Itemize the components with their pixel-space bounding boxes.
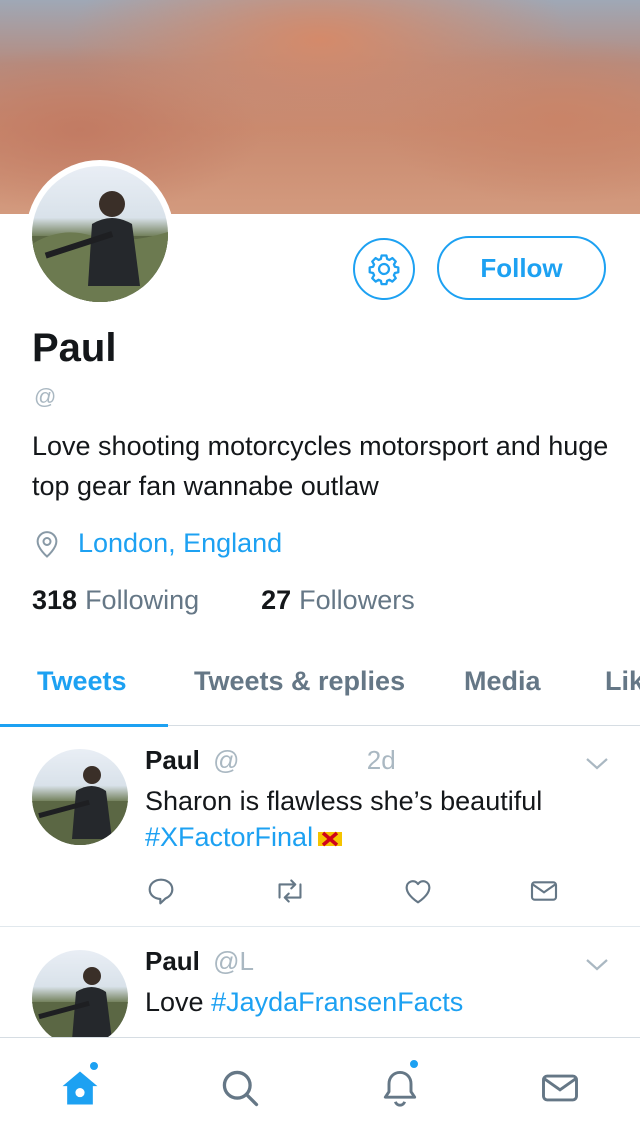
avatar-photo <box>32 766 128 845</box>
tweet-author-handle: @L <box>213 946 255 976</box>
search-icon <box>222 1070 259 1107</box>
profile-handle: @ <box>34 384 57 409</box>
tab-messages[interactable] <box>538 1066 582 1110</box>
tweet-hashtag[interactable]: #XFactorFinal <box>145 822 313 852</box>
follow-button[interactable]: Follow <box>437 236 606 300</box>
notifications-dot <box>408 1058 420 1070</box>
profile-location: London, England <box>32 528 282 559</box>
following-label: Following <box>85 585 200 615</box>
tweet-avatar[interactable] <box>32 950 128 1038</box>
tweet-body: Love <box>145 987 204 1017</box>
location-link[interactable]: London, England <box>78 528 282 559</box>
x-factor-emoji-icon <box>318 831 343 847</box>
heart-icon[interactable] <box>401 875 435 907</box>
tweet-actions <box>145 875 565 909</box>
tweet[interactable]: Paul @ 2d Sharon is flawless she’s beaut… <box>0 727 640 927</box>
tweet-header: Paul @L <box>145 946 254 977</box>
tweet-body: Sharon is flawless she’s beautiful <box>145 786 543 816</box>
tweet-author-handle: @ <box>213 745 240 775</box>
following-count: 318 <box>32 585 78 615</box>
tweet-text: Sharon is flawless she’s beautiful #XFac… <box>145 783 615 855</box>
tweet-header: Paul @ 2d <box>145 745 396 776</box>
tweet[interactable]: Paul @L Love #JaydaFransenFacts <box>0 928 640 1038</box>
followers-label: Followers <box>299 585 415 615</box>
tweet-hashtag[interactable]: #JaydaFransenFacts <box>211 987 463 1017</box>
settings-button[interactable] <box>353 238 415 300</box>
profile-name: Paul <box>32 326 117 370</box>
profile-bio: Love shooting motorcycles motorsport and… <box>32 431 609 501</box>
tab-tweets[interactable]: Tweets <box>37 666 127 697</box>
avatar-photo <box>32 191 168 302</box>
retweet-icon[interactable] <box>273 875 307 907</box>
chevron-down-icon[interactable] <box>584 755 610 773</box>
envelope-icon[interactable] <box>527 875 561 907</box>
bottom-tab-bar <box>0 1037 640 1136</box>
following-stat[interactable]: 318 Following <box>32 585 199 616</box>
tab-tweets-replies[interactable]: Tweets & replies <box>194 666 405 697</box>
tab-media[interactable]: Media <box>464 666 541 697</box>
avatar-photo <box>32 967 128 1038</box>
profile-tabs: Tweets Tweets & replies Media Lik <box>0 654 640 727</box>
chevron-down-icon[interactable] <box>584 956 610 974</box>
envelope-icon <box>542 1074 578 1102</box>
tweet-timestamp: 2d <box>366 745 396 775</box>
tweet-text: Love #JaydaFransenFacts <box>145 984 615 1020</box>
followers-stat[interactable]: 27 Followers <box>261 585 415 616</box>
reply-icon[interactable] <box>145 875 177 907</box>
tab-home[interactable] <box>58 1060 102 1110</box>
gear-icon <box>368 254 400 286</box>
home-notification-dot <box>88 1060 100 1072</box>
tab-notifications[interactable] <box>378 1058 422 1110</box>
tab-likes[interactable]: Lik <box>605 666 640 697</box>
profile-avatar[interactable] <box>26 160 174 308</box>
home-icon <box>62 1071 98 1105</box>
location-pin-icon <box>36 530 58 558</box>
bell-icon <box>383 1070 417 1107</box>
followers-count: 27 <box>261 585 292 615</box>
tweet-author-name[interactable]: Paul <box>145 946 200 976</box>
tweet-author-name[interactable]: Paul <box>145 745 200 775</box>
profile-stats: 318 Following 27 Followers <box>32 585 415 616</box>
tweet-avatar[interactable] <box>32 749 128 845</box>
tab-search[interactable] <box>218 1066 262 1110</box>
